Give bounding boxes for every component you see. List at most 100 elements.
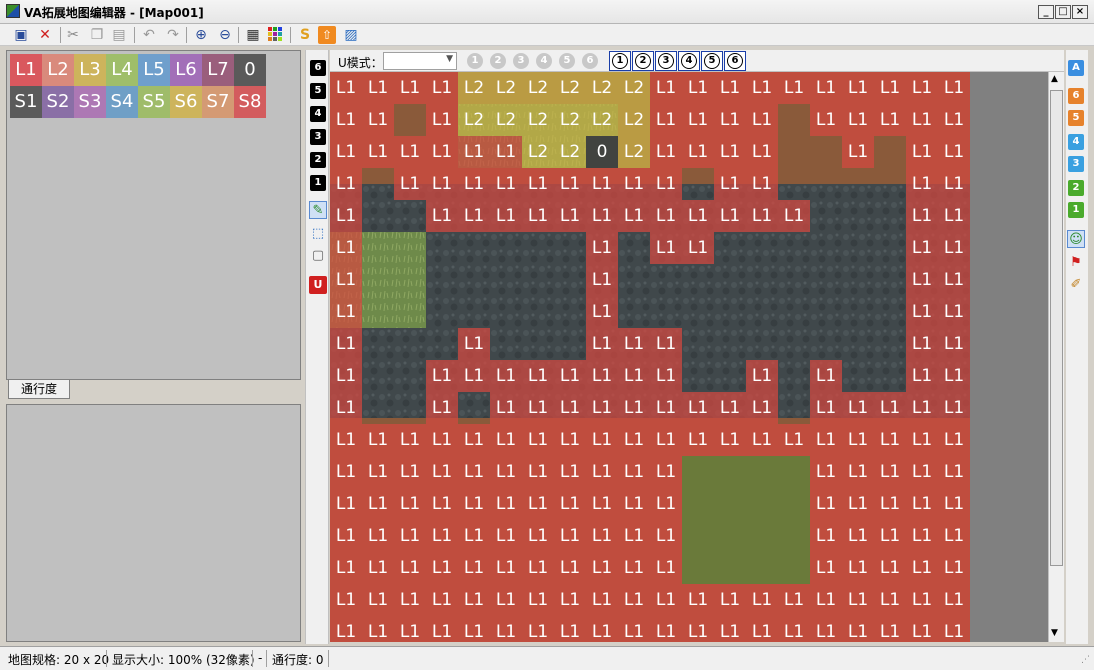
map-cell[interactable]: L2 — [522, 136, 554, 168]
map-cell[interactable]: L1 — [330, 424, 362, 456]
map-cell[interactable]: L1 — [586, 392, 618, 424]
palette-swatch[interactable]: S2 — [42, 86, 74, 118]
map-cell[interactable]: L1 — [842, 72, 874, 104]
map-cell[interactable]: L1 — [650, 456, 682, 488]
map-cell[interactable]: L1 — [874, 520, 906, 552]
map-cell[interactable]: L1 — [938, 104, 970, 136]
map-cell[interactable]: L1 — [714, 72, 746, 104]
map-cell[interactable]: L1 — [650, 168, 682, 200]
map-canvas[interactable]: L1 L1 L1 L1 L2 L2 L2 L2 L2 L2 L1 L1 L1 L1 L1 L1 L1 L1 L1 L1… — [330, 72, 970, 642]
map-cell[interactable]: L1 — [490, 136, 522, 168]
map-cell[interactable]: L1 — [330, 104, 362, 136]
layer-4-button[interactable]: 4 — [310, 106, 326, 122]
map-cell[interactable]: L1 — [458, 488, 490, 520]
map-cell[interactable]: L1 — [490, 616, 522, 642]
map-cell[interactable]: L1 — [362, 104, 394, 136]
map-cell[interactable]: L1 — [682, 616, 714, 642]
map-cell[interactable]: L1 — [330, 360, 362, 392]
u-layer-toggle[interactable]: 5 — [701, 51, 723, 71]
map-cell[interactable]: L1 — [938, 264, 970, 296]
map-cell[interactable]: L1 — [490, 168, 522, 200]
map-cell[interactable]: L1 — [394, 488, 426, 520]
map-cell[interactable]: L1 — [650, 616, 682, 642]
map-cell[interactable]: L1 — [778, 616, 810, 642]
map-cell[interactable]: L1 — [810, 552, 842, 584]
map-cell[interactable]: L1 — [650, 232, 682, 264]
map-cell[interactable]: L1 — [362, 520, 394, 552]
right-layer-button[interactable]: 1 — [1068, 202, 1084, 218]
map-cell[interactable]: L1 — [618, 424, 650, 456]
delete-icon[interactable]: ✕ — [36, 26, 54, 44]
layer-5-button[interactable]: 5 — [310, 83, 326, 99]
map-cell[interactable]: L1 — [458, 168, 490, 200]
palette-swatch[interactable]: S1 — [10, 86, 42, 118]
map-cell[interactable]: L1 — [938, 72, 970, 104]
map-cell[interactable]: L1 — [650, 552, 682, 584]
map-cell[interactable]: L1 — [554, 584, 586, 616]
map-cell[interactable]: L1 — [650, 392, 682, 424]
right-layer-button[interactable]: 2 — [1068, 180, 1084, 196]
map-cell[interactable]: L1 — [746, 104, 778, 136]
map-cell[interactable]: L1 — [394, 136, 426, 168]
map-cell[interactable]: L1 — [810, 72, 842, 104]
map-cell[interactable]: L1 — [682, 104, 714, 136]
map-cell[interactable]: L1 — [362, 424, 394, 456]
map-cell[interactable]: L1 — [426, 200, 458, 232]
map-cell[interactable]: L1 — [394, 584, 426, 616]
map-cell[interactable]: L1 — [810, 616, 842, 642]
map-cell[interactable]: L1 — [842, 392, 874, 424]
u-layer-circle[interactable]: 4 — [536, 53, 552, 69]
map-cell[interactable]: L1 — [426, 456, 458, 488]
map-cell[interactable]: L1 — [938, 424, 970, 456]
map-cell[interactable]: L1 — [650, 104, 682, 136]
map-cell[interactable]: L1 — [746, 72, 778, 104]
map-cell[interactable]: L1 — [586, 456, 618, 488]
map-cell[interactable]: L1 — [906, 136, 938, 168]
map-cell[interactable]: L1 — [394, 168, 426, 200]
map-cell[interactable]: L1 — [906, 72, 938, 104]
scrollbar-thumb[interactable] — [1050, 90, 1063, 566]
map-cell[interactable]: L2 — [554, 104, 586, 136]
map-cell[interactable]: L1 — [394, 552, 426, 584]
scroll-up-icon[interactable]: ▲ — [1051, 74, 1058, 84]
map-cell[interactable]: L1 — [522, 456, 554, 488]
map-cell[interactable]: L2 — [522, 104, 554, 136]
map-cell[interactable]: L1 — [778, 424, 810, 456]
map-cell[interactable]: L1 — [906, 520, 938, 552]
scroll-down-icon[interactable]: ▼ — [1051, 628, 1058, 638]
right-layer-button[interactable]: A — [1068, 60, 1084, 76]
map-cell[interactable]: L1 — [938, 136, 970, 168]
map-cell[interactable]: L1 — [586, 328, 618, 360]
map-cell[interactable]: L1 — [682, 72, 714, 104]
map-cell[interactable]: L1 — [842, 584, 874, 616]
map-cell[interactable]: L1 — [842, 616, 874, 642]
palette-swatch[interactable]: S8 — [234, 86, 266, 118]
save-icon[interactable]: ▣ — [12, 26, 30, 44]
map-cell[interactable]: L1 — [938, 488, 970, 520]
map-cell[interactable]: L2 — [458, 72, 490, 104]
layer-6-button[interactable]: 6 — [310, 60, 326, 76]
right-layer-button[interactable]: 4 — [1068, 134, 1084, 150]
select-tool-icon[interactable]: ⬚ — [309, 225, 327, 243]
map-cell[interactable]: L1 — [810, 584, 842, 616]
map-cell[interactable]: L1 — [522, 360, 554, 392]
palette-swatch[interactable]: L3 — [74, 54, 106, 86]
map-cell[interactable]: L1 — [746, 392, 778, 424]
map-cell[interactable]: L1 — [586, 360, 618, 392]
map-cell[interactable]: L1 — [938, 392, 970, 424]
map-cell[interactable]: L1 — [426, 104, 458, 136]
u-layer-toggle[interactable]: 6 — [724, 51, 746, 71]
zoom-out-icon[interactable]: ⊖ — [216, 26, 234, 44]
map-cell[interactable]: L1 — [874, 104, 906, 136]
map-cell[interactable]: L1 — [906, 104, 938, 136]
right-layer-button[interactable]: 5 — [1068, 110, 1084, 126]
map-cell[interactable]: L1 — [714, 616, 746, 642]
map-cell[interactable]: L1 — [714, 136, 746, 168]
map-cell[interactable]: L1 — [778, 72, 810, 104]
map-cell[interactable]: L1 — [874, 488, 906, 520]
map-cell[interactable]: L1 — [618, 200, 650, 232]
map-cell[interactable]: L1 — [554, 200, 586, 232]
palette-swatch[interactable]: L5 — [138, 54, 170, 86]
edit-event-icon[interactable]: ✐ — [1067, 276, 1085, 294]
map-cell[interactable]: L1 — [586, 616, 618, 642]
